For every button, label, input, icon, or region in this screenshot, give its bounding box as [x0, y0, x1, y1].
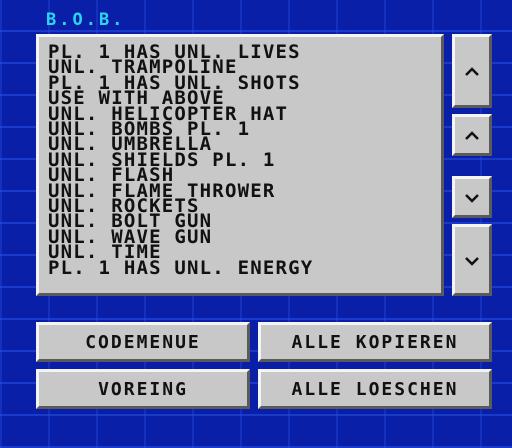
- line-down-button[interactable]: [452, 176, 492, 218]
- line-up-button[interactable]: [452, 114, 492, 156]
- page-down-button[interactable]: [452, 224, 492, 296]
- double-down-chevron-icon: [465, 251, 479, 270]
- alle-kopieren-button[interactable]: ALLE KOPIEREN: [258, 322, 492, 362]
- alle-loeschen-button[interactable]: ALLE LOESCHEN: [258, 369, 492, 409]
- double-up-chevron-icon: [465, 62, 479, 81]
- codemenue-button[interactable]: CODEMENUE: [36, 322, 250, 362]
- game-title: B.O.B.: [46, 10, 126, 30]
- cheat-list[interactable]: PL. 1 HAS UNL. LIVES UNL. TRAMPOLINE PL.…: [36, 34, 444, 296]
- page-up-button[interactable]: [452, 34, 492, 108]
- down-chevron-icon: [465, 188, 479, 207]
- voreing-button[interactable]: VOREING: [36, 369, 250, 409]
- up-chevron-icon: [465, 126, 479, 145]
- cheat-screen: { "title": "B.O.B.", "cheats": [ "PL. 1 …: [0, 0, 512, 448]
- cheat-item[interactable]: PL. 1 HAS UNL. ENERGY: [48, 258, 441, 278]
